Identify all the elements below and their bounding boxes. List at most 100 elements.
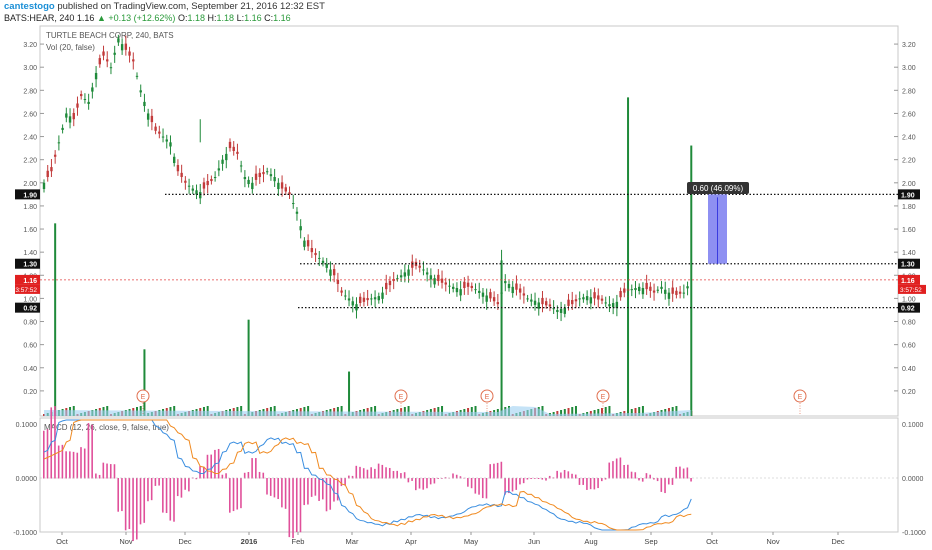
- earnings-label: E: [399, 394, 404, 401]
- macd-histogram-bar: [481, 478, 484, 499]
- candle-body: [132, 59, 135, 62]
- candle-body: [563, 307, 566, 314]
- macd-histogram-bar: [299, 478, 302, 533]
- candle-body: [143, 101, 146, 107]
- countdown-left-text: 3:57:52: [15, 287, 37, 294]
- candle-body: [362, 297, 366, 302]
- candle-body: [407, 269, 410, 276]
- candle-body: [202, 182, 206, 189]
- macd-histogram-bar: [136, 478, 138, 540]
- candle-body: [444, 282, 447, 285]
- right-price-label: 1.40: [902, 250, 916, 257]
- candle-body: [150, 115, 154, 123]
- candle-body: [135, 75, 139, 77]
- macd-histogram-bar: [262, 472, 265, 479]
- candle-body: [344, 295, 347, 297]
- candle-body: [332, 269, 336, 276]
- candle-body: [65, 113, 68, 118]
- candle-body: [46, 170, 49, 178]
- volume-spike: [247, 319, 250, 416]
- macd-histogram-bar: [165, 478, 168, 514]
- macd-histogram-bar: [638, 478, 640, 481]
- candle-body: [247, 179, 250, 185]
- candle-body: [585, 296, 589, 301]
- macd-histogram-bar: [511, 478, 514, 492]
- macd-histogram-bar: [530, 478, 532, 479]
- candle-body: [91, 87, 94, 92]
- candle-body: [533, 300, 537, 305]
- candle-body: [399, 275, 403, 278]
- candle-body: [61, 127, 64, 130]
- macd-histogram-bar: [336, 478, 339, 501]
- macd-histogram-bar: [139, 478, 142, 525]
- left-price-label: 1.40: [23, 250, 37, 257]
- candle-body: [608, 304, 611, 307]
- macd-histogram-bar: [411, 478, 413, 481]
- macd-histogram-bar: [225, 473, 227, 479]
- candle-body: [351, 301, 354, 306]
- macd-histogram-bar: [307, 478, 309, 505]
- macd-histogram-bar: [545, 478, 547, 481]
- candle-body: [593, 292, 596, 299]
- candle-body: [664, 289, 667, 294]
- x-tick-label: Sep: [644, 537, 657, 546]
- macd-histogram-bar: [143, 478, 146, 523]
- macd-histogram-bar: [641, 478, 644, 482]
- right-price-label: 2.40: [902, 135, 916, 142]
- macd-histogram-bar: [169, 478, 172, 521]
- left-price-label: 2.60: [23, 111, 37, 118]
- macd-histogram-bar: [589, 478, 592, 490]
- level-badge-left-text: 0.92: [23, 306, 37, 313]
- macd-label: MACD (12, 26, close, 9, false, true): [44, 423, 169, 432]
- candle-body: [117, 38, 120, 43]
- macd-histogram-bar: [80, 447, 82, 479]
- measure-label: 0.60 (46.09%): [693, 184, 744, 193]
- macd-left-tick: -0.1000: [13, 530, 37, 537]
- macd-histogram-bar: [54, 406, 56, 479]
- macd-histogram-bar: [106, 463, 108, 479]
- macd-histogram-bar: [206, 454, 209, 479]
- candle-body: [459, 289, 462, 296]
- macd-histogram-bar: [266, 478, 268, 495]
- macd-histogram-bar: [612, 461, 614, 479]
- price-chart[interactable]: 3.20 3.20 3.00 3.00 2.80 2.80 2.60 2.60 2.40 2.40…: [0, 0, 932, 550]
- macd-histogram-bar: [429, 478, 432, 485]
- earnings-label: E: [601, 394, 606, 401]
- macd-histogram-bar: [370, 467, 372, 479]
- candle-body: [180, 172, 183, 178]
- candle-body: [239, 165, 243, 167]
- left-price-label: 3.20: [23, 42, 37, 49]
- candle-body: [515, 283, 518, 290]
- macd-histogram-bar: [65, 451, 67, 479]
- macd-histogram-bar: [173, 478, 175, 522]
- left-price-label: 1.60: [23, 227, 37, 234]
- candle-body: [128, 51, 131, 56]
- candle-body: [321, 260, 325, 263]
- candle-body: [370, 298, 373, 300]
- macd-histogram-bar: [236, 478, 239, 510]
- right-price-label: 2.20: [902, 158, 916, 165]
- candle-body: [366, 298, 369, 301]
- macd-histogram-bar: [158, 478, 160, 486]
- candle-body: [652, 290, 656, 293]
- candle-body: [448, 285, 451, 287]
- candle-body: [277, 182, 280, 190]
- macd-histogram-bar: [180, 478, 183, 498]
- left-price-label: 2.80: [23, 88, 37, 95]
- candle-body: [675, 290, 678, 295]
- x-tick-label: Mar: [346, 537, 359, 546]
- candle-body: [314, 252, 317, 256]
- macd-histogram-bar: [366, 469, 369, 479]
- macd-histogram-bar: [422, 478, 425, 490]
- right-price-label: 0.20: [902, 389, 916, 396]
- candle-body: [76, 103, 79, 108]
- candle-body: [671, 287, 674, 294]
- volume-spike: [348, 371, 351, 416]
- candle-body: [507, 283, 511, 289]
- right-price-label: 0.60: [902, 343, 916, 350]
- macd-histogram-bar: [634, 472, 637, 479]
- macd-histogram-bar: [496, 462, 499, 479]
- macd-histogram-bar: [601, 478, 603, 482]
- candle-body: [169, 142, 172, 147]
- candle-body: [567, 299, 570, 306]
